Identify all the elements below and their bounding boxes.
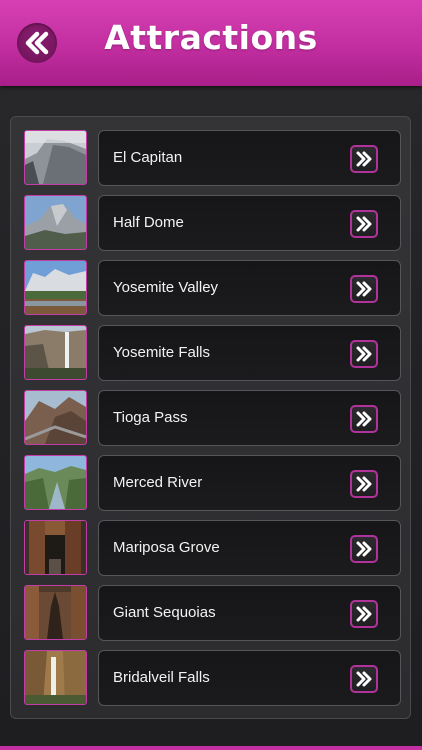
attraction-name: Giant Sequoias [113,604,216,621]
attraction-bar[interactable]: Yosemite Valley [98,260,401,316]
header-bar: Attractions [0,0,422,86]
attraction-name: Merced River [113,474,203,491]
open-attraction-button[interactable] [350,340,378,368]
yosemite-valley-photo [24,260,87,315]
list-item-half-dome[interactable]: Half Dome [24,195,402,251]
attraction-bar[interactable]: Tioga Pass [98,390,401,446]
list-item-yosemite-valley[interactable]: Yosemite Valley [24,260,402,316]
open-attraction-button[interactable] [350,600,378,628]
giant-sequoias-photo [24,585,87,640]
double-chevron-right-icon [356,216,372,232]
mariposa-grove-photo [24,520,87,575]
el-capitan-photo [24,130,87,185]
attraction-bar[interactable]: Giant Sequoias [98,585,401,641]
attraction-name: El Capitan [113,149,183,166]
double-chevron-right-icon [356,411,372,427]
double-chevron-right-icon [356,281,372,297]
double-chevron-right-icon [356,346,372,362]
attraction-bar[interactable]: Half Dome [98,195,401,251]
open-attraction-button[interactable] [350,275,378,303]
attraction-name: Yosemite Valley [113,279,219,296]
list-item-mariposa-grove[interactable]: Mariposa Grove [24,520,402,576]
list-item-giant-sequoias[interactable]: Giant Sequoias [24,585,402,641]
attraction-bar[interactable]: Bridalveil Falls [98,650,401,706]
attraction-bar[interactable]: Yosemite Falls [98,325,401,381]
attraction-name: Tioga Pass [113,409,188,426]
tioga-pass-photo [24,390,87,445]
list-item-el-capitan[interactable]: El Capitan [24,130,402,186]
attraction-name: Half Dome [113,214,184,231]
open-attraction-button[interactable] [350,535,378,563]
bottom-accent-strip [0,746,422,750]
attractions-list: El Capitan Half Dome Yosemite Valley Yos… [10,116,411,719]
bridalveil-falls-photo [24,650,87,705]
attraction-name: Bridalveil Falls [113,669,210,686]
open-attraction-button[interactable] [350,405,378,433]
list-item-bridalveil-falls[interactable]: Bridalveil Falls [24,650,402,706]
merced-river-photo [24,455,87,510]
list-item-merced-river[interactable]: Merced River [24,455,402,511]
double-chevron-right-icon [356,541,372,557]
yosemite-falls-photo [24,325,87,380]
double-chevron-right-icon [356,671,372,687]
attraction-bar[interactable]: El Capitan [98,130,401,186]
double-chevron-right-icon [356,476,372,492]
page-title: Attractions [104,18,318,57]
half-dome-photo [24,195,87,250]
open-attraction-button[interactable] [350,470,378,498]
open-attraction-button[interactable] [350,145,378,173]
open-attraction-button[interactable] [350,665,378,693]
attraction-name: Yosemite Falls [113,344,210,361]
open-attraction-button[interactable] [350,210,378,238]
attraction-name: Mariposa Grove [113,539,220,556]
attraction-bar[interactable]: Merced River [98,455,401,511]
double-chevron-right-icon [356,606,372,622]
double-chevron-right-icon [356,151,372,167]
attraction-bar[interactable]: Mariposa Grove [98,520,401,576]
list-item-yosemite-falls[interactable]: Yosemite Falls [24,325,402,381]
list-item-tioga-pass[interactable]: Tioga Pass [24,390,402,446]
